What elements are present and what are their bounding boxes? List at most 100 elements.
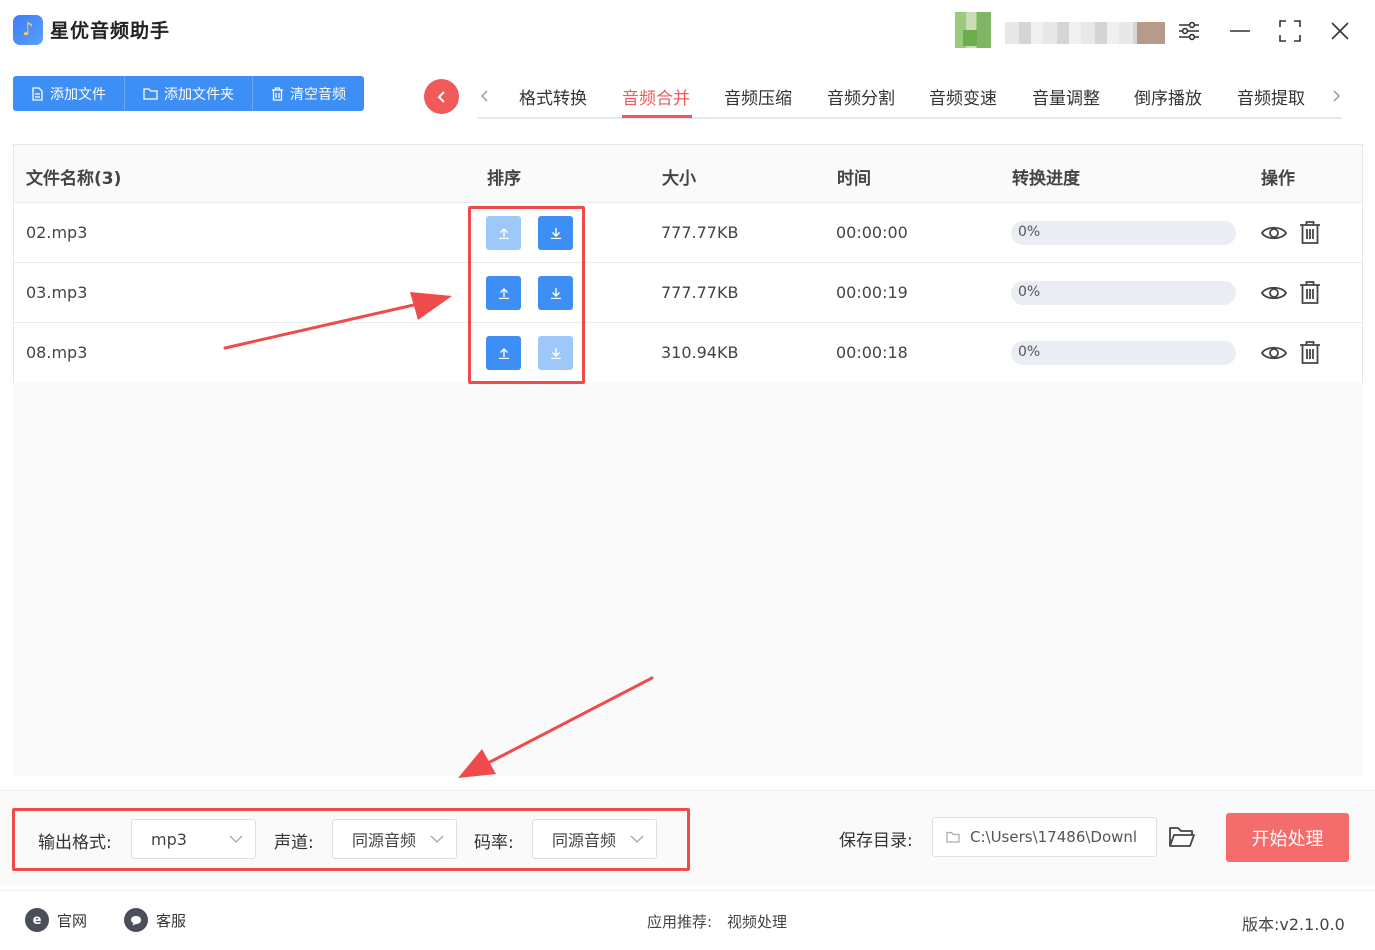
move-down-button[interactable] (538, 216, 573, 250)
file-duration: 00:00:18 (836, 343, 908, 362)
delete-trash-icon[interactable] (1296, 339, 1324, 367)
preview-eye-icon[interactable] (1260, 339, 1288, 367)
open-folder-icon[interactable] (1168, 825, 1198, 851)
tab-audio-extract[interactable]: 音频提取 (1237, 84, 1305, 109)
active-tab-indicator (622, 115, 692, 118)
folder-icon (143, 88, 158, 100)
save-path-input[interactable]: C:\Users\17486\Downloads (932, 817, 1157, 857)
header-file-name: 文件名称(3) (26, 169, 122, 189)
file-toolbar: 添加文件 添加文件夹 清空音频 (13, 76, 364, 111)
channel-value: 同源音频 (352, 831, 417, 850)
maximize-icon[interactable] (1274, 15, 1306, 47)
header-sort: 排序 (487, 169, 521, 189)
tab-format-convert[interactable]: 格式转换 (519, 84, 587, 109)
add-folder-label: 添加文件夹 (164, 86, 234, 103)
chevron-down-icon (630, 835, 644, 843)
move-down-button[interactable] (538, 336, 573, 370)
arrow-up-icon (498, 288, 509, 299)
progress-text: 0% (1018, 224, 1041, 240)
website-link[interactable]: e 官网 (25, 908, 87, 932)
delete-trash-icon[interactable] (1296, 279, 1324, 307)
recommend-app-link[interactable]: 视频处理 (727, 911, 787, 932)
start-process-button[interactable]: 开始处理 (1226, 813, 1349, 862)
file-name: 03.mp3 (26, 283, 88, 302)
channel-select[interactable]: 同源音频 (332, 819, 457, 859)
support-link[interactable]: 客服 (124, 908, 186, 932)
user-name-blurred (1005, 22, 1165, 44)
preview-eye-icon[interactable] (1260, 279, 1288, 307)
settings-sliders-icon[interactable] (1173, 15, 1205, 47)
preview-eye-icon[interactable] (1260, 219, 1288, 247)
arrow-down-icon (550, 228, 561, 239)
header-size: 大小 (662, 169, 696, 189)
file-name: 02.mp3 (26, 223, 88, 242)
file-size: 777.77KB (661, 223, 739, 242)
tab-audio-split[interactable]: 音频分割 (827, 84, 895, 109)
minimize-icon[interactable] (1224, 15, 1256, 47)
header-progress: 转换进度 (1012, 169, 1080, 189)
clear-audio-label: 清空音频 (290, 86, 346, 103)
add-folder-button[interactable]: 添加文件夹 (125, 76, 253, 111)
channel-label: 声道: (274, 833, 314, 853)
avatar (955, 12, 991, 48)
recommend-label: 应用推荐: (647, 913, 713, 931)
table-header: 文件名称(3) 排序 大小 时间 转换进度 操作 (14, 145, 1362, 203)
output-format-select[interactable]: mp3 (131, 819, 256, 859)
move-down-button[interactable] (538, 276, 573, 310)
chevron-down-icon (430, 835, 444, 843)
header-operations: 操作 (1261, 169, 1295, 189)
delete-trash-icon[interactable] (1296, 219, 1324, 247)
output-format-value: mp3 (151, 829, 187, 849)
bitrate-label: 码率: (474, 833, 514, 853)
website-label: 官网 (57, 911, 88, 930)
table-row[interactable]: 02.mp3 777.77KB 00:00:00 0% (14, 203, 1362, 263)
output-format-label: 输出格式: (38, 833, 112, 853)
file-name: 08.mp3 (26, 343, 88, 362)
progress-bar: 0% (1011, 221, 1236, 245)
progress-text: 0% (1018, 344, 1041, 360)
file-duration: 00:00:00 (836, 223, 908, 242)
progress-bar: 0% (1011, 281, 1236, 305)
chevron-right-icon (1333, 90, 1340, 102)
ie-browser-icon: e (25, 908, 49, 932)
save-path-text: C:\Users\17486\Downloads (970, 828, 1138, 846)
file-size: 777.77KB (661, 283, 739, 302)
progress-text: 0% (1018, 284, 1041, 300)
clear-audio-button[interactable]: 清空音频 (253, 76, 364, 111)
move-up-button[interactable] (486, 216, 521, 250)
arrow-down-icon (550, 288, 561, 299)
tab-volume-adjust[interactable]: 音量调整 (1032, 84, 1100, 109)
user-profile[interactable] (955, 12, 1180, 50)
chevron-down-icon (229, 835, 243, 843)
add-file-button[interactable]: 添加文件 (13, 76, 125, 111)
function-tabs: 格式转换 音频合并 音频压缩 音频分割 音频变速 音量调整 倒序播放 音频提取 (478, 73, 1342, 119)
version-text: 版本:v2.1.0.0 (1242, 915, 1345, 934)
file-duration: 00:00:19 (836, 283, 908, 302)
collapse-button[interactable] (424, 79, 459, 114)
table-row[interactable]: 08.mp3 310.94KB 00:00:18 0% (14, 323, 1362, 383)
file-icon (32, 86, 43, 101)
folder-icon (946, 831, 960, 843)
tab-audio-speed[interactable]: 音频变速 (929, 84, 997, 109)
arrow-up-icon (498, 348, 509, 359)
add-file-label: 添加文件 (50, 86, 106, 103)
tab-audio-compress[interactable]: 音频压缩 (724, 84, 792, 109)
move-up-button[interactable] (486, 276, 521, 310)
tabs-next-button[interactable] (1327, 84, 1345, 108)
app-logo-icon: ♪ (13, 15, 43, 45)
header-time: 时间 (837, 169, 871, 189)
move-up-button[interactable] (486, 336, 521, 370)
file-table: 文件名称(3) 排序 大小 时间 转换进度 操作 02.mp3 777.77KB… (13, 144, 1363, 383)
chat-bubble-icon (124, 908, 148, 932)
chevron-left-icon (437, 90, 445, 103)
tab-audio-merge[interactable]: 音频合并 (622, 84, 690, 109)
progress-bar: 0% (1011, 341, 1236, 365)
save-directory-label: 保存目录: (839, 831, 913, 851)
close-icon[interactable] (1324, 15, 1356, 47)
trash-icon (272, 86, 283, 101)
tab-reverse-play[interactable]: 倒序播放 (1134, 84, 1202, 109)
file-list-area: 文件名称(3) 排序 大小 时间 转换进度 操作 02.mp3 777.77KB… (13, 144, 1363, 776)
table-row[interactable]: 03.mp3 777.77KB 00:00:19 0% (14, 263, 1362, 323)
bitrate-select[interactable]: 同源音频 (532, 819, 657, 859)
arrow-up-icon (498, 228, 509, 239)
